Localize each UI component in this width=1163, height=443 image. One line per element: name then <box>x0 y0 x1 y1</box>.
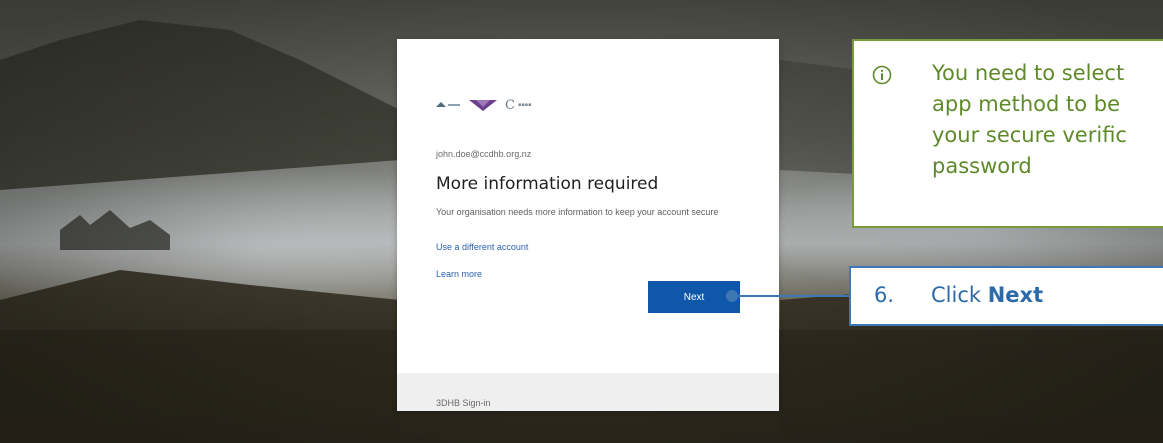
dhb-logo-3-icon: C ▪▪▪▪ <box>505 97 532 113</box>
info-line-1: You need to select <box>932 61 1125 85</box>
info-line-2: app method to be <box>932 92 1120 116</box>
step-callout: 6. Click Next <box>849 266 1163 326</box>
step-instruction-prefix: Click <box>931 283 988 307</box>
account-email: john.doe@ccdhb.org.nz <box>436 149 532 159</box>
page-description: Your organisation needs more information… <box>436 207 719 217</box>
step-instruction: Click Next <box>931 283 1043 307</box>
info-callout-text: You need to select app method to be your… <box>932 58 1163 182</box>
signin-footer-text: 3DHB Sign-in <box>436 398 491 408</box>
callout-connector <box>726 290 852 302</box>
step-number: 6. <box>874 283 895 307</box>
info-callout: You need to select app method to be your… <box>852 39 1163 228</box>
screenshot-frame: C ▪▪▪▪ john.doe@ccdhb.org.nz More informa… <box>0 0 1163 443</box>
page-title: More information required <box>436 174 659 194</box>
signin-card-body: C ▪▪▪▪ john.doe@ccdhb.org.nz More informa… <box>397 39 779 373</box>
info-line-4: password <box>932 154 1032 178</box>
step-instruction-target: Next <box>987 283 1044 307</box>
signin-card: C ▪▪▪▪ john.doe@ccdhb.org.nz More informa… <box>397 39 779 411</box>
organisation-logos: C ▪▪▪▪ <box>435 95 543 115</box>
info-circle-icon <box>872 65 892 85</box>
learn-more-link[interactable]: Learn more <box>436 269 482 279</box>
dhb-logo-2-icon <box>469 100 497 111</box>
dhb-logo-1-icon <box>436 102 460 107</box>
use-different-account-link[interactable]: Use a different account <box>436 242 528 252</box>
info-line-3: your secure verific <box>932 123 1127 147</box>
